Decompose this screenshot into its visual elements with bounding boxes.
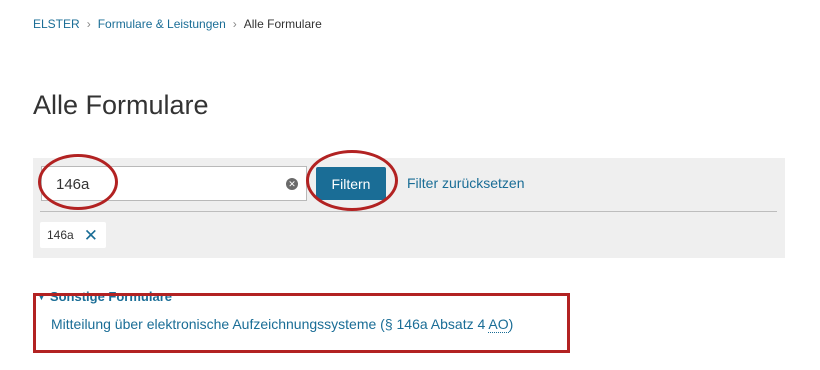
chevron-right-icon: › [86,17,91,31]
close-icon[interactable]: ✕ [84,227,98,244]
result-link-suffix: ) [508,316,514,332]
search-box: ✕ [41,166,307,201]
breadcrumb: ELSTER › Formulare & Leistungen › Alle F… [33,17,322,31]
search-input[interactable] [56,174,266,194]
chevron-down-icon: ▼ [37,291,46,302]
section-title: Sonstige Formulare [49,289,172,304]
section-toggle-sonstige-formulare[interactable]: ▼ Sonstige Formulare [37,289,172,304]
result-link-mitteilung[interactable]: Mitteilung über elektronische Aufzeichnu… [51,316,514,333]
reset-filter-link[interactable]: Filter zurücksetzen [407,175,524,191]
filter-panel: ✕ Filtern Filter zurücksetzen 146a ✕ [33,158,785,258]
chevron-right-icon: › [232,17,237,31]
filter-button[interactable]: Filtern [316,167,386,200]
filter-chip-label: 146a [47,228,74,242]
breadcrumb-link-formulare-leistungen[interactable]: Formulare & Leistungen [98,17,226,31]
clear-circle-icon[interactable]: ✕ [286,178,298,190]
result-link-text: Mitteilung über elektronische Aufzeichnu… [51,316,489,332]
result-link-abbr: AO [488,316,509,333]
divider [40,211,777,212]
breadcrumb-link-elster[interactable]: ELSTER [33,17,80,31]
filter-chip: 146a ✕ [40,222,106,248]
page-title: Alle Formulare [33,90,209,120]
breadcrumb-current: Alle Formulare [243,17,322,31]
